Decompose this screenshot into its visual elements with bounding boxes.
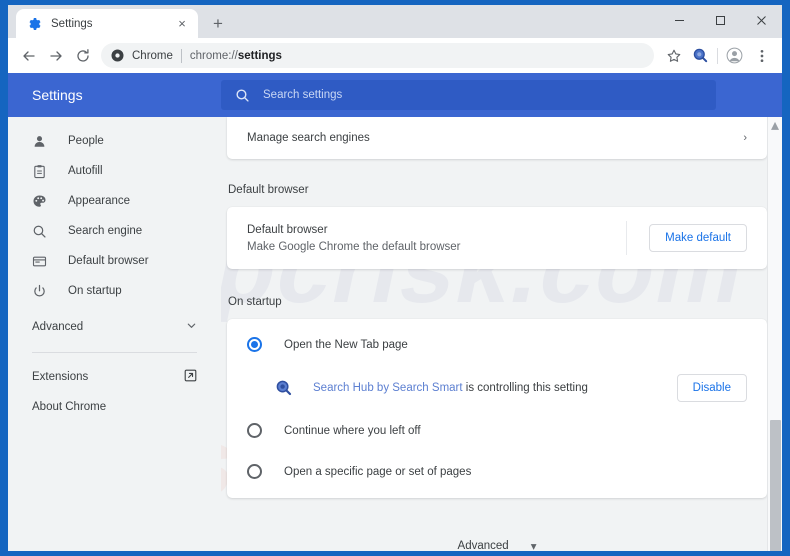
sidebar-item-extensions[interactable]: Extensions bbox=[8, 362, 221, 392]
startup-option-specific-page[interactable]: Open a specific page or set of pages bbox=[227, 451, 767, 492]
chevron-down-icon bbox=[186, 320, 197, 334]
sidebar-item-label: Appearance bbox=[68, 195, 131, 207]
scrollbar-thumb[interactable] bbox=[769, 420, 781, 551]
reload-icon[interactable] bbox=[69, 42, 96, 69]
default-browser-text: Default browser Make Google Chrome the d… bbox=[247, 224, 626, 253]
sidebar-item-advanced[interactable]: Advanced bbox=[8, 312, 221, 342]
clipboard-icon bbox=[32, 164, 50, 179]
gear-icon bbox=[29, 17, 41, 30]
settings-content: pcrisk.com pcrisk.com People Au bbox=[8, 117, 782, 551]
extension-control-notice: Search Hub by Search Smart is controllin… bbox=[227, 365, 767, 410]
sidebar-item-autofill[interactable]: Autofill bbox=[8, 156, 221, 186]
disable-extension-button[interactable]: Disable bbox=[676, 373, 747, 402]
sidebar-item-search-engine[interactable]: Search engine bbox=[8, 216, 221, 246]
search-placeholder: Search settings bbox=[263, 89, 343, 101]
omnibox-divider bbox=[180, 48, 182, 63]
star-icon[interactable] bbox=[660, 42, 687, 69]
close-button[interactable] bbox=[741, 5, 782, 35]
search-hub-extension-icon bbox=[276, 380, 292, 395]
forward-arrow-icon[interactable] bbox=[42, 42, 69, 69]
chevron-right-icon: › bbox=[743, 132, 747, 144]
settings-sidebar: People Autofill Appearance Search engine… bbox=[8, 117, 221, 551]
external-link-icon bbox=[184, 369, 197, 385]
sidebar-item-default-browser[interactable]: Default browser bbox=[8, 246, 221, 276]
sidebar-item-appearance[interactable]: Appearance bbox=[8, 186, 221, 216]
omnibox-url: chrome://settings bbox=[190, 50, 282, 62]
card-divider bbox=[626, 221, 628, 255]
make-default-button[interactable]: Make default bbox=[649, 224, 747, 252]
omnibox-url-path: settings bbox=[237, 49, 282, 62]
vertical-scrollbar[interactable]: ▴ ▾ bbox=[767, 117, 782, 551]
browser-window-icon bbox=[32, 254, 50, 269]
chrome-page-icon bbox=[111, 49, 124, 62]
startup-option-new-tab[interactable]: Open the New Tab page bbox=[227, 324, 767, 365]
extension-name-link[interactable]: Search Hub by Search Smart bbox=[313, 382, 463, 394]
back-arrow-icon[interactable] bbox=[15, 42, 42, 69]
startup-option-label: Open the New Tab page bbox=[284, 338, 408, 351]
extension-notice-text: Search Hub by Search Smart is controllin… bbox=[313, 382, 677, 394]
manage-search-engines-row[interactable]: Manage search engines › bbox=[227, 117, 767, 159]
tab-close-icon[interactable]: × bbox=[174, 16, 190, 32]
omnibox-chip: Chrome bbox=[132, 49, 173, 62]
browser-toolbar: Chrome chrome://settings bbox=[8, 38, 782, 73]
extension-notice-suffix: is controlling this setting bbox=[462, 381, 588, 394]
sidebar-about-label: About Chrome bbox=[32, 401, 107, 413]
radio-button[interactable] bbox=[247, 464, 262, 479]
window-controls bbox=[659, 5, 782, 35]
three-dot-menu-icon[interactable] bbox=[748, 42, 775, 69]
address-bar[interactable]: Chrome chrome://settings bbox=[101, 43, 654, 68]
default-browser-card: Default browser Make Google Chrome the d… bbox=[227, 207, 767, 269]
sidebar-item-label: Search engine bbox=[68, 225, 143, 237]
radio-button[interactable] bbox=[247, 423, 262, 438]
tab-title: Settings bbox=[51, 17, 93, 30]
scroll-up-arrow-icon[interactable]: ▴ bbox=[768, 117, 783, 134]
palette-icon bbox=[32, 194, 50, 209]
sidebar-item-on-startup[interactable]: On startup bbox=[8, 276, 221, 306]
default-browser-title: Default browser bbox=[247, 223, 328, 236]
settings-header: Settings Search settings bbox=[8, 73, 782, 117]
startup-option-label: Continue where you left off bbox=[284, 424, 421, 437]
search-icon bbox=[236, 88, 249, 102]
sidebar-item-label: Autofill bbox=[68, 165, 103, 177]
sidebar-item-label: Default browser bbox=[68, 255, 149, 267]
search-icon bbox=[32, 224, 50, 239]
sidebar-item-people[interactable]: People bbox=[8, 126, 221, 156]
on-startup-card: Open the New Tab page Search Hub by Sear… bbox=[227, 319, 767, 498]
minimize-button[interactable] bbox=[659, 5, 700, 35]
toolbar-right-actions bbox=[660, 42, 775, 69]
avatar-icon[interactable] bbox=[721, 42, 748, 69]
search-input[interactable]: Search settings bbox=[221, 80, 716, 110]
search-hub-extension-icon[interactable] bbox=[687, 42, 714, 69]
radio-button-selected[interactable] bbox=[247, 337, 262, 352]
default-browser-subtitle: Make Google Chrome the default browser bbox=[247, 240, 461, 253]
manage-search-engines-label: Manage search engines bbox=[247, 132, 370, 144]
settings-main-panel: Manage search engines › Default browser … bbox=[221, 117, 767, 551]
browser-window: Settings × + Chrome chrome://settings Se… bbox=[8, 5, 782, 551]
tab-settings[interactable]: Settings × bbox=[16, 9, 198, 38]
sidebar-item-label: On startup bbox=[68, 285, 122, 297]
power-icon bbox=[32, 284, 50, 299]
toolbar-divider bbox=[717, 47, 718, 64]
person-icon bbox=[32, 134, 50, 149]
sidebar-extensions-label: Extensions bbox=[32, 371, 89, 383]
new-tab-button[interactable]: + bbox=[204, 9, 232, 37]
startup-option-label: Open a specific page or set of pages bbox=[284, 465, 472, 478]
advanced-expander-label: Advanced bbox=[457, 540, 509, 551]
advanced-expander[interactable]: Advanced ▾ bbox=[227, 539, 767, 551]
on-startup-section-title: On startup bbox=[228, 296, 282, 308]
search-engine-card: Manage search engines › bbox=[227, 117, 767, 159]
sidebar-advanced-label: Advanced bbox=[32, 321, 84, 333]
maximize-button[interactable] bbox=[700, 5, 741, 35]
tab-strip: Settings × + bbox=[8, 5, 782, 38]
omnibox-url-prefix: chrome:// bbox=[189, 49, 238, 62]
chevron-down-icon: ▾ bbox=[530, 541, 537, 551]
sidebar-item-about-chrome[interactable]: About Chrome bbox=[8, 392, 221, 422]
sidebar-divider bbox=[32, 352, 197, 353]
startup-option-continue[interactable]: Continue where you left off bbox=[227, 410, 767, 451]
sidebar-item-label: People bbox=[68, 135, 104, 147]
scrollbar-track[interactable] bbox=[768, 132, 783, 551]
default-browser-section-title: Default browser bbox=[228, 184, 309, 196]
page-title: Settings bbox=[32, 87, 83, 103]
